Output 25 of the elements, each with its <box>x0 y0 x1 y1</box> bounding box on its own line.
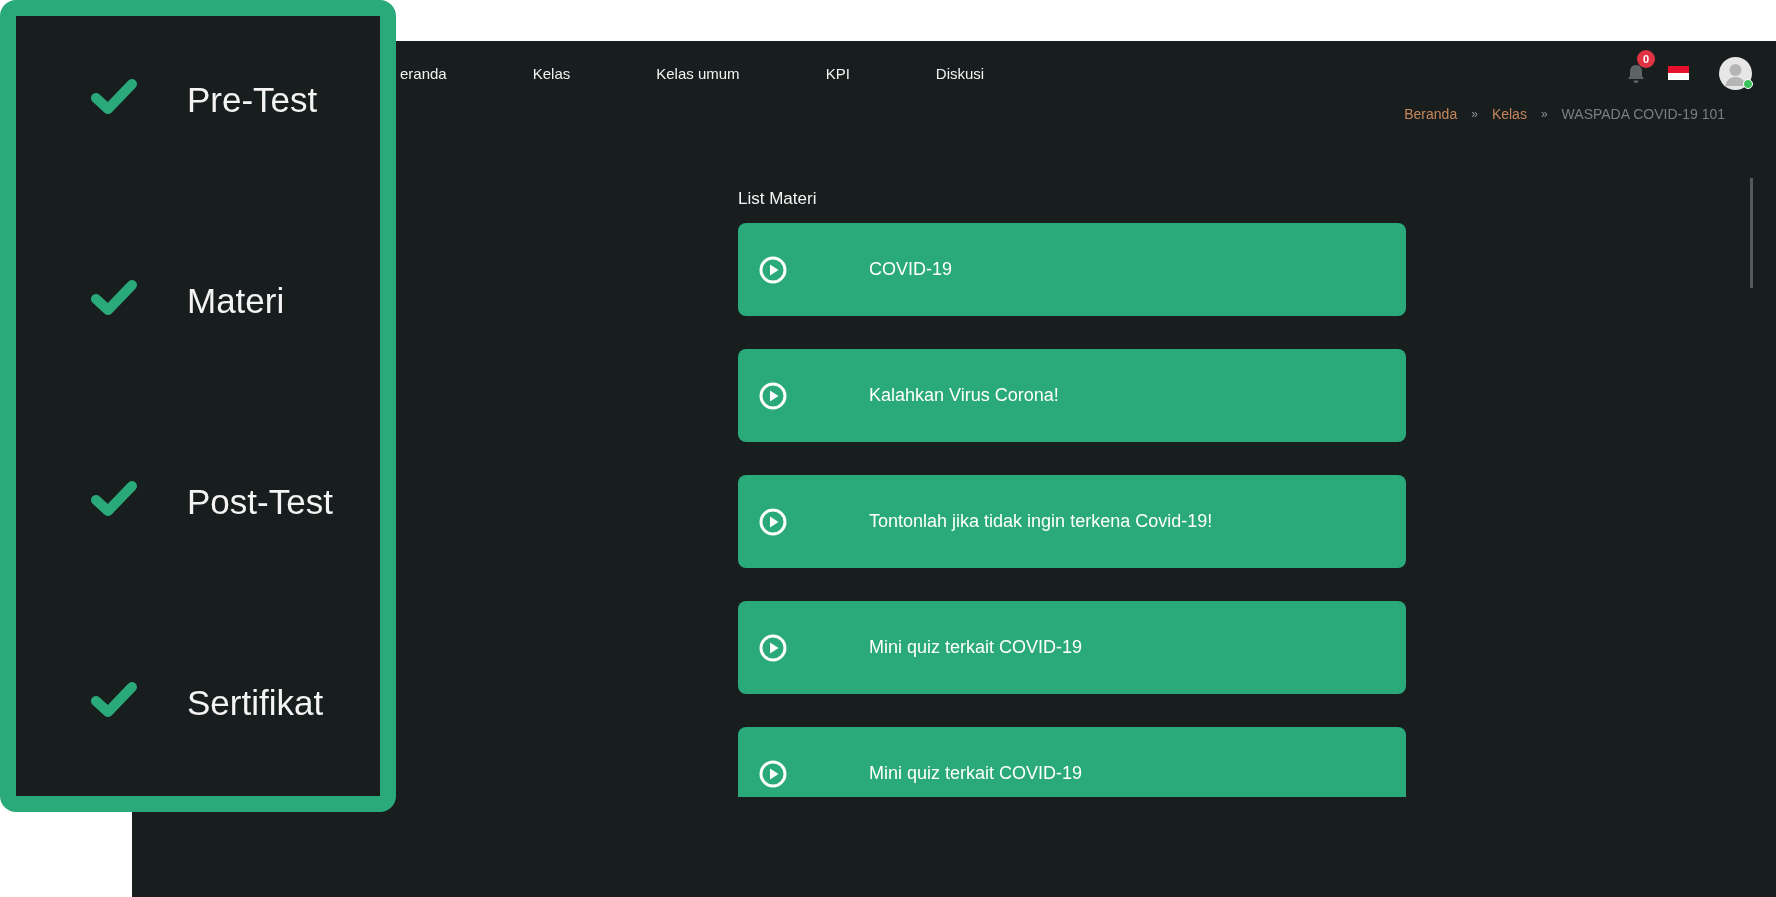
play-icon <box>758 254 788 285</box>
play-icon <box>758 506 788 537</box>
nav-link[interactable]: KPI <box>825 64 850 82</box>
nav-link[interactable]: Kelas <box>532 64 571 82</box>
breadcrumb-link[interactable]: Kelas <box>1491 106 1527 122</box>
notification-badge: 0 <box>1637 50 1655 68</box>
user-avatar[interactable] <box>1719 56 1752 90</box>
play-icon <box>758 380 788 411</box>
breadcrumb-separator: » <box>1540 107 1548 121</box>
step-label[interactable]: Materi <box>187 281 285 321</box>
bell-icon[interactable] <box>1625 62 1647 84</box>
step-label[interactable]: Pre-Test <box>187 80 318 120</box>
play-icon <box>758 632 788 663</box>
step-label[interactable]: Post-Test <box>187 482 333 522</box>
breadcrumb-separator: » <box>1471 107 1478 121</box>
nav-link[interactable]: eranda <box>400 64 447 82</box>
nav-link[interactable]: Kelas umum <box>656 64 740 82</box>
breadcrumb-link[interactable]: Beranda <box>1404 106 1458 122</box>
step-label[interactable]: Sertifikat <box>187 683 324 723</box>
scrollbar[interactable] <box>1750 178 1753 288</box>
section-title: List Materi <box>738 189 817 209</box>
nav-link[interactable]: Diskusi <box>935 64 985 82</box>
flag-icon[interactable] <box>1668 66 1689 80</box>
breadcrumb-current: WASPADA COVID-19 101 <box>1561 106 1725 122</box>
play-icon <box>758 758 788 789</box>
